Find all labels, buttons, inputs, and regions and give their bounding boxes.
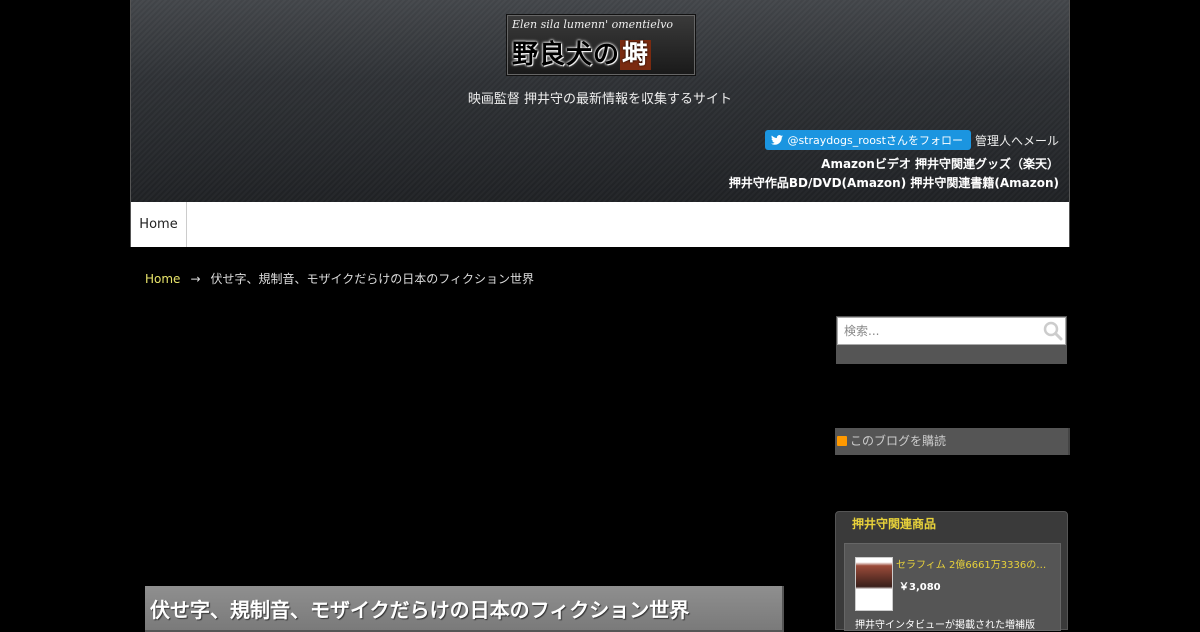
logo-accent-char: 塒	[620, 40, 652, 70]
admin-mail-link[interactable]: 管理人へメール	[975, 132, 1059, 149]
site-header: Elen sila lumenn' omentielvo 野良犬の塒 映画監督 …	[130, 0, 1070, 202]
logo-main-part: 野良犬の	[512, 40, 621, 70]
rss-link[interactable]: このブログを購読	[837, 432, 946, 449]
nav-item-home[interactable]: Home	[131, 202, 187, 247]
sidebar-search: 検索...	[836, 316, 1067, 364]
breadcrumb-home-link[interactable]: Home	[145, 272, 180, 286]
twitter-bird-icon	[771, 134, 784, 145]
breadcrumb: Home → 伏せ字、規制音、モザイクだらけの日本のフィクション世界	[145, 270, 534, 287]
product-card[interactable]: セラフィム 2億6661万3336の… ￥3,080 押井守インタビューが掲載さ…	[844, 543, 1061, 631]
header-links-row2[interactable]: Amazonビデオ 押井守関連グッズ（楽天）	[729, 155, 1059, 174]
twitter-follow-button[interactable]: @straydogs_roostさんをフォロー	[765, 130, 971, 150]
logo-main-text: 野良犬の塒	[512, 34, 652, 71]
search-input[interactable]: 検索...	[837, 317, 1066, 345]
site-logo[interactable]: Elen sila lumenn' omentielvo 野良犬の塒	[507, 15, 695, 75]
product-thumbnail[interactable]	[855, 557, 893, 611]
search-icon[interactable]	[1043, 321, 1063, 341]
breadcrumb-current: 伏せ字、規制音、モザイクだらけの日本のフィクション世界	[210, 272, 535, 286]
header-links-row3[interactable]: 押井守作品BD/DVD(Amazon) 押井守関連書籍(Amazon)	[729, 174, 1059, 193]
header-links-row1: @straydogs_roostさんをフォロー 管理人へメール	[729, 130, 1059, 150]
product-description: 押井守インタビューが掲載された増補版	[855, 620, 1035, 631]
twitter-follow-label: @straydogs_roostさんをフォロー	[787, 133, 963, 147]
article-title: 伏せ字、規制音、モザイクだらけの日本のフィクション世界	[150, 598, 690, 622]
article-title-box: 伏せ字、規制音、モザイクだらけの日本のフィクション世界	[145, 586, 784, 632]
main-nav: Home	[130, 202, 1070, 247]
product-name-link[interactable]: セラフィム 2億6661万3336の…	[896, 556, 1046, 571]
products-widget: 押井守関連商品 セラフィム 2億6661万3336の… ￥3,080 押井守イン…	[835, 511, 1068, 631]
breadcrumb-arrow: →	[190, 272, 201, 286]
product-price: ￥3,080	[899, 582, 941, 593]
logo-script-text: Elen sila lumenn' omentielvo	[512, 18, 674, 31]
rss-widget: このブログを購読	[835, 428, 1070, 455]
rss-label: このブログを購読	[850, 434, 947, 448]
header-links: @straydogs_roostさんをフォロー 管理人へメール Amazonビデ…	[729, 130, 1059, 193]
rss-icon	[837, 435, 847, 446]
site-tagline: 映画監督 押井守の最新情報を収集するサイト	[467, 92, 733, 107]
products-widget-title: 押井守関連商品	[852, 517, 937, 531]
